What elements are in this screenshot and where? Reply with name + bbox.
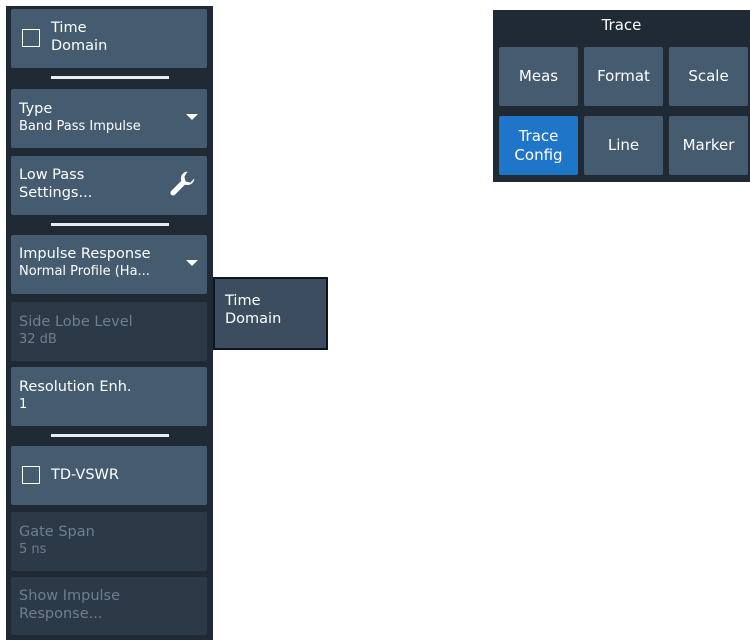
meas-label: Meas [518,67,559,85]
divider [51,223,169,226]
show-impulse-response-label-line2: Response... [19,606,103,622]
gate-span-value: 5 ns [19,542,47,557]
td-vswr-toggle-button[interactable]: TD-VSWR [11,446,207,505]
impulse-response-value: Normal Profile (Ha... [19,264,150,279]
screen: Time Domain Type Band Pass Impulse Low P… [0,0,750,640]
line-label: Line [607,136,640,154]
trace-config-button[interactable]: Trace Config [499,116,578,175]
show-impulse-response-label-line1: Show Impulse [19,588,121,604]
format-button[interactable]: Format [584,47,663,106]
trace-toolbar-title: Trace [601,16,642,34]
scale-label: Scale [688,67,729,85]
divider [51,76,169,79]
resolution-enh-label: Resolution Enh. [19,379,132,395]
line-button[interactable]: Line [584,116,663,175]
chevron-down-icon [186,114,198,120]
time-domain-softkey-panel: Time Domain Type Band Pass Impulse Low P… [6,6,213,640]
resolution-enh-field[interactable]: Resolution Enh. 1 [11,367,207,426]
time-domain-tooltip: Time Domain [213,277,328,350]
trace-config-label-line2: Config [514,145,563,164]
marker-button[interactable]: Marker [669,116,748,175]
format-label: Format [597,67,650,85]
gate-span-label: Gate Span [19,524,95,540]
time-domain-checkbox[interactable] [22,29,40,47]
gate-span-field: Gate Span 5 ns [11,512,207,571]
type-value: Band Pass Impulse [19,119,141,134]
wrench-icon [170,171,195,196]
side-lobe-level-value: 32 dB [19,332,57,347]
trace-config-label-line1: Trace [518,126,559,145]
td-vswr-label: TD-VSWR [51,467,119,483]
marker-label: Marker [682,136,735,154]
show-impulse-response-button: Show Impulse Response... [11,577,207,635]
impulse-response-label: Impulse Response [19,246,151,262]
resolution-enh-value: 1 [19,397,28,412]
divider [51,434,169,437]
impulse-response-dropdown[interactable]: Impulse Response Normal Profile (Ha... [11,235,207,294]
tooltip-line2: Domain [225,311,282,327]
time-domain-label-line1: Time [51,20,87,36]
side-lobe-level-label: Side Lobe Level [19,314,133,330]
chevron-down-icon [186,260,198,266]
side-lobe-level-field: Side Lobe Level 32 dB [11,302,207,361]
time-domain-toggle-button[interactable]: Time Domain [11,9,207,68]
td-vswr-checkbox[interactable] [22,466,40,484]
meas-button[interactable]: Meas [499,47,578,106]
trace-toolbar: Trace Meas Format Scale Trace Config Lin… [493,10,750,182]
tooltip-line1: Time [225,293,261,309]
scale-button[interactable]: Scale [669,47,748,106]
type-dropdown[interactable]: Type Band Pass Impulse [11,89,207,148]
low-pass-settings-button[interactable]: Low Pass Settings... [11,156,207,215]
type-label: Type [19,101,53,117]
time-domain-label-line2: Domain [51,38,108,54]
